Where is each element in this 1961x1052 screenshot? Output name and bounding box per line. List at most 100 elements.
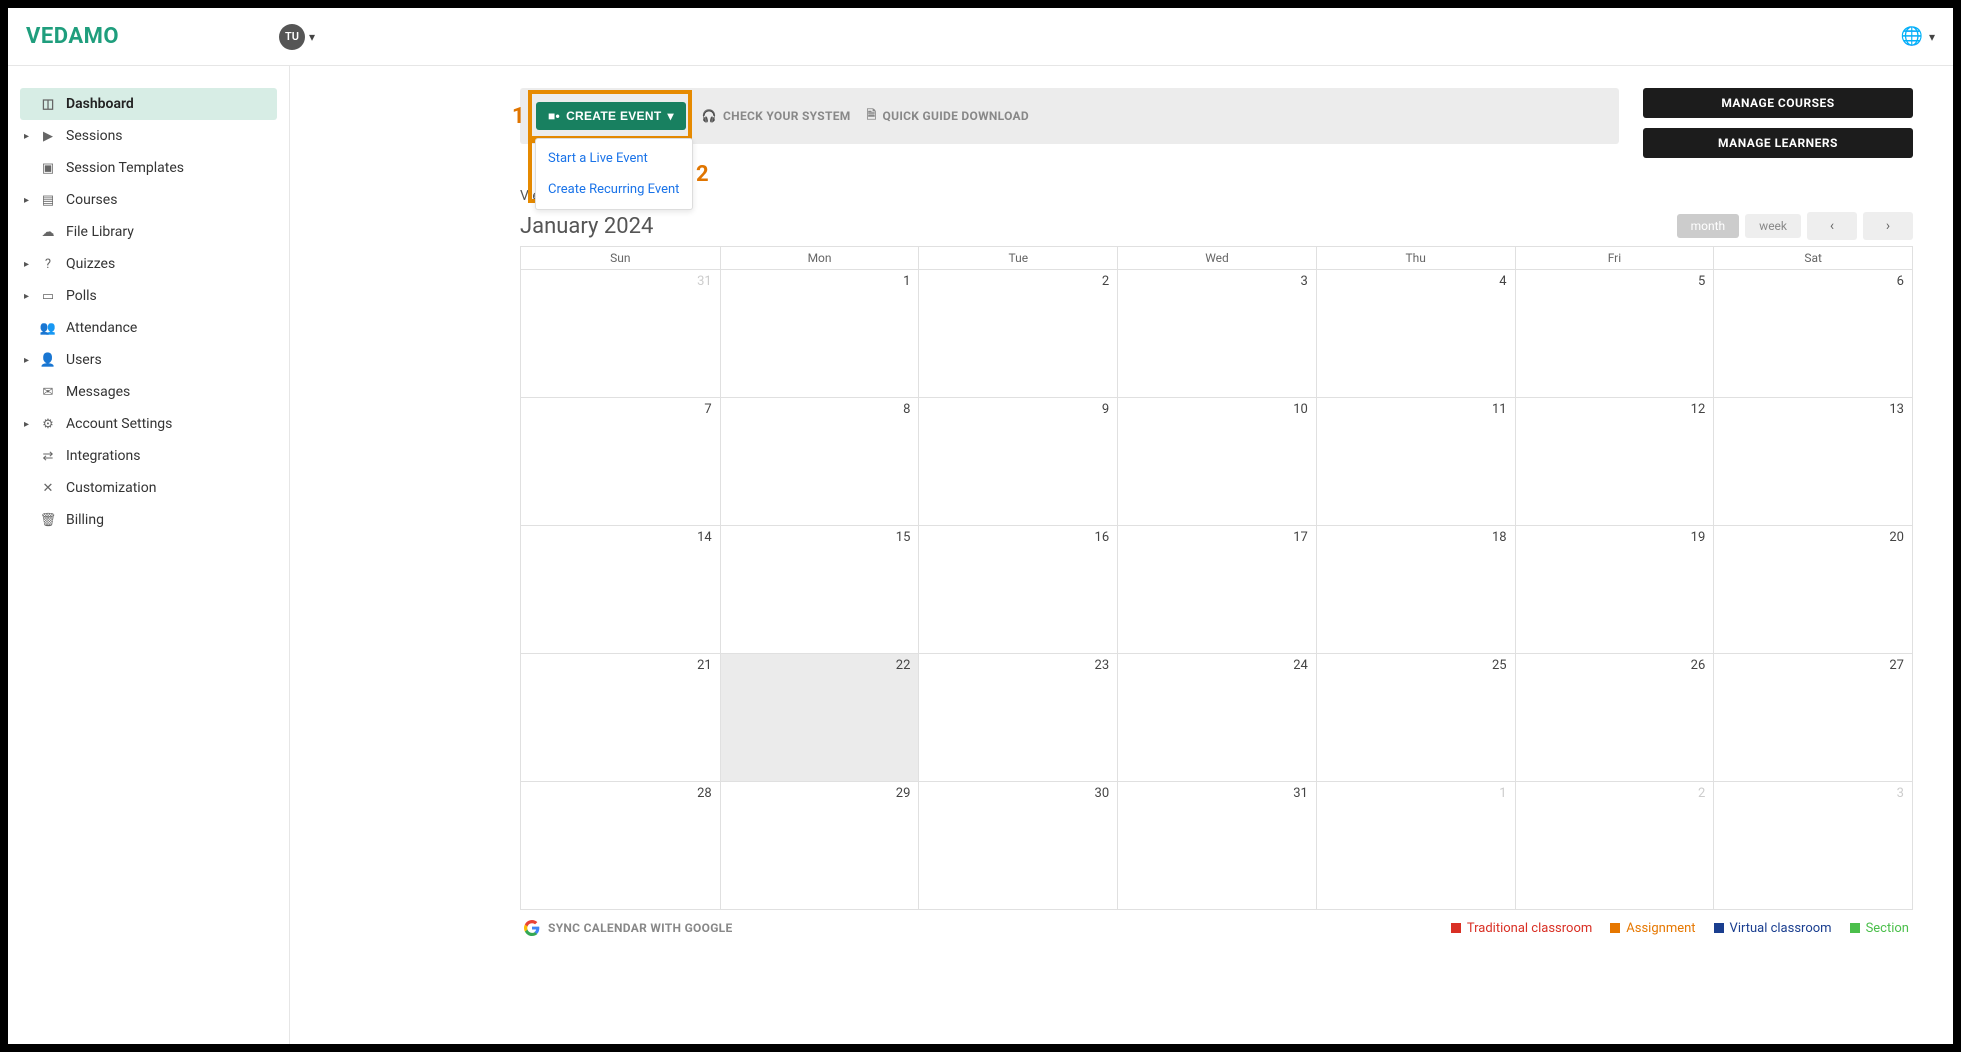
dropdown-start-live-event[interactable]: Start a Live Event xyxy=(536,143,692,174)
calendar-cell[interactable]: 28 xyxy=(521,781,720,909)
sidebar-item-integrations[interactable]: ⇄Integrations xyxy=(20,440,277,472)
sidebar-item-quizzes[interactable]: ▸?Quizzes xyxy=(20,248,277,280)
calendar-cell[interactable]: 5 xyxy=(1515,269,1714,397)
calendar-day-header: Tue xyxy=(918,247,1117,269)
nav-icon: 👤 xyxy=(40,353,56,368)
sidebar-item-courses[interactable]: ▸▤Courses xyxy=(20,184,277,216)
calendar-cell[interactable]: 7 xyxy=(521,397,720,525)
calendar-cell[interactable]: 15 xyxy=(720,525,919,653)
calendar-cell[interactable]: 25 xyxy=(1316,653,1515,781)
calendar-cell[interactable]: 10 xyxy=(1117,397,1316,525)
nav-label: Dashboard xyxy=(66,96,134,112)
view-toggle-week[interactable]: week xyxy=(1745,214,1801,238)
calendar-cell[interactable]: 24 xyxy=(1117,653,1316,781)
action-toolbar: 1 2 ■• CREATE EVENT ▾ Start a Live Event… xyxy=(520,88,1619,144)
calendar-cell[interactable]: 13 xyxy=(1713,397,1912,525)
calendar-cell[interactable]: 2 xyxy=(1515,781,1714,909)
legend-swatch xyxy=(1451,923,1461,933)
calendar-cell[interactable]: 14 xyxy=(521,525,720,653)
manage-learners-button[interactable]: MANAGE LEARNERS xyxy=(1643,128,1913,158)
calendar-cell[interactable]: 2 xyxy=(918,269,1117,397)
calendar-cell[interactable]: 29 xyxy=(720,781,919,909)
calendar-date-number: 25 xyxy=(1492,658,1507,673)
nav-label: Sessions xyxy=(66,128,123,144)
create-event-button[interactable]: ■• CREATE EVENT ▾ xyxy=(536,102,686,130)
sidebar-item-users[interactable]: ▸👤Users xyxy=(20,344,277,376)
calendar-cell[interactable]: 9 xyxy=(918,397,1117,525)
calendar-cell[interactable]: 18 xyxy=(1316,525,1515,653)
calendar-cell[interactable]: 30 xyxy=(918,781,1117,909)
calendar-cell[interactable]: 1 xyxy=(1316,781,1515,909)
calendar-date-number: 20 xyxy=(1889,530,1904,545)
legend-item: Virtual classroom xyxy=(1714,921,1832,936)
calendar-cell[interactable]: 31 xyxy=(521,269,720,397)
calendar-day-header: Fri xyxy=(1515,247,1714,269)
calendar-cell[interactable]: 26 xyxy=(1515,653,1714,781)
calendar-cell[interactable]: 12 xyxy=(1515,397,1714,525)
locale-menu[interactable]: 🌐 ▾ xyxy=(1901,26,1935,47)
calendar-cell[interactable]: 6 xyxy=(1713,269,1912,397)
calendar-cell[interactable]: 17 xyxy=(1117,525,1316,653)
sidebar-item-attendance[interactable]: 👥Attendance xyxy=(20,312,277,344)
nav-label: Courses xyxy=(66,192,117,208)
nav-label: Attendance xyxy=(66,320,137,336)
manage-courses-button[interactable]: MANAGE COURSES xyxy=(1643,88,1913,118)
sidebar-item-dashboard[interactable]: ◫Dashboard xyxy=(20,88,277,120)
legend-label: Assignment xyxy=(1626,921,1695,936)
sidebar-item-billing[interactable]: 🗑Billing xyxy=(20,504,277,536)
user-menu[interactable]: TU ▾ xyxy=(279,24,315,50)
sidebar-item-sessions[interactable]: ▸▶Sessions xyxy=(20,120,277,152)
calendar-next-button[interactable]: › xyxy=(1863,212,1913,240)
nav-label: File Library xyxy=(66,224,134,240)
nav-icon: ⚙ xyxy=(40,417,56,432)
sidebar-item-account-settings[interactable]: ▸⚙Account Settings xyxy=(20,408,277,440)
calendar-cell[interactable]: 31 xyxy=(1117,781,1316,909)
sync-calendar-google-link[interactable]: SYNC CALENDAR WITH GOOGLE xyxy=(524,920,733,936)
check-your-system-link[interactable]: 🎧 CHECK YOUR SYSTEM xyxy=(702,109,851,123)
calendar-date-number: 15 xyxy=(896,530,911,545)
calendar-cell[interactable]: 16 xyxy=(918,525,1117,653)
dropdown-create-recurring-event[interactable]: Create Recurring Event xyxy=(536,174,692,205)
nav-icon: ▤ xyxy=(40,193,56,208)
sidebar-item-polls[interactable]: ▸▭Polls xyxy=(20,280,277,312)
quick-guide-download-link[interactable]: 🗎 QUICK GUIDE DOWNLOAD xyxy=(867,106,1029,127)
calendar-cell[interactable]: 3 xyxy=(1117,269,1316,397)
calendar-cell[interactable]: 23 xyxy=(918,653,1117,781)
document-icon: 🗎 xyxy=(867,106,877,127)
sidebar-item-customization[interactable]: ✕Customization xyxy=(20,472,277,504)
calendar-date-number: 2 xyxy=(1698,786,1705,801)
sidebar-item-session-templates[interactable]: ▣ Session Templates xyxy=(20,152,277,184)
chevron-down-icon: ▾ xyxy=(667,109,673,123)
calendar-cell[interactable]: 27 xyxy=(1713,653,1912,781)
calendar-cell[interactable]: 11 xyxy=(1316,397,1515,525)
calendar-cell[interactable]: 20 xyxy=(1713,525,1912,653)
annotation-1: 1 xyxy=(512,104,525,129)
sidebar-item-messages[interactable]: ✉Messages xyxy=(20,376,277,408)
nav-icon: ▣ xyxy=(40,161,56,176)
calendar-prev-button[interactable]: ‹ xyxy=(1807,212,1857,240)
calendar-day-header: Wed xyxy=(1117,247,1316,269)
calendar-cell[interactable]: 22 xyxy=(720,653,919,781)
legend-label: Virtual classroom xyxy=(1730,921,1832,936)
calendar-date-number: 31 xyxy=(697,274,712,289)
sidebar: ◫Dashboard▸▶Sessions▣Session Templates▸▤… xyxy=(8,66,290,1044)
calendar-cell[interactable]: 3 xyxy=(1713,781,1912,909)
view-toggle-month[interactable]: month xyxy=(1677,214,1740,238)
calendar-cell[interactable]: 8 xyxy=(720,397,919,525)
nav-icon: ⇄ xyxy=(40,449,56,464)
nav-label: Session Templates xyxy=(66,160,184,176)
calendar-date-number: 14 xyxy=(697,530,712,545)
calendar-cell[interactable]: 19 xyxy=(1515,525,1714,653)
calendar-date-number: 22 xyxy=(896,658,911,673)
calendar-cell[interactable]: 4 xyxy=(1316,269,1515,397)
calendar-cell[interactable]: 21 xyxy=(521,653,720,781)
chevron-down-icon: ▾ xyxy=(309,30,315,44)
sidebar-item-file-library[interactable]: ☁File Library xyxy=(20,216,277,248)
nav-label: Polls xyxy=(66,288,97,304)
globe-icon: 🌐 xyxy=(1901,26,1923,47)
calendar-date-number: 31 xyxy=(1293,786,1308,801)
nav-icon: ? xyxy=(40,257,56,272)
calendar-date-number: 11 xyxy=(1492,402,1507,417)
google-icon xyxy=(524,920,540,936)
calendar-cell[interactable]: 1 xyxy=(720,269,919,397)
